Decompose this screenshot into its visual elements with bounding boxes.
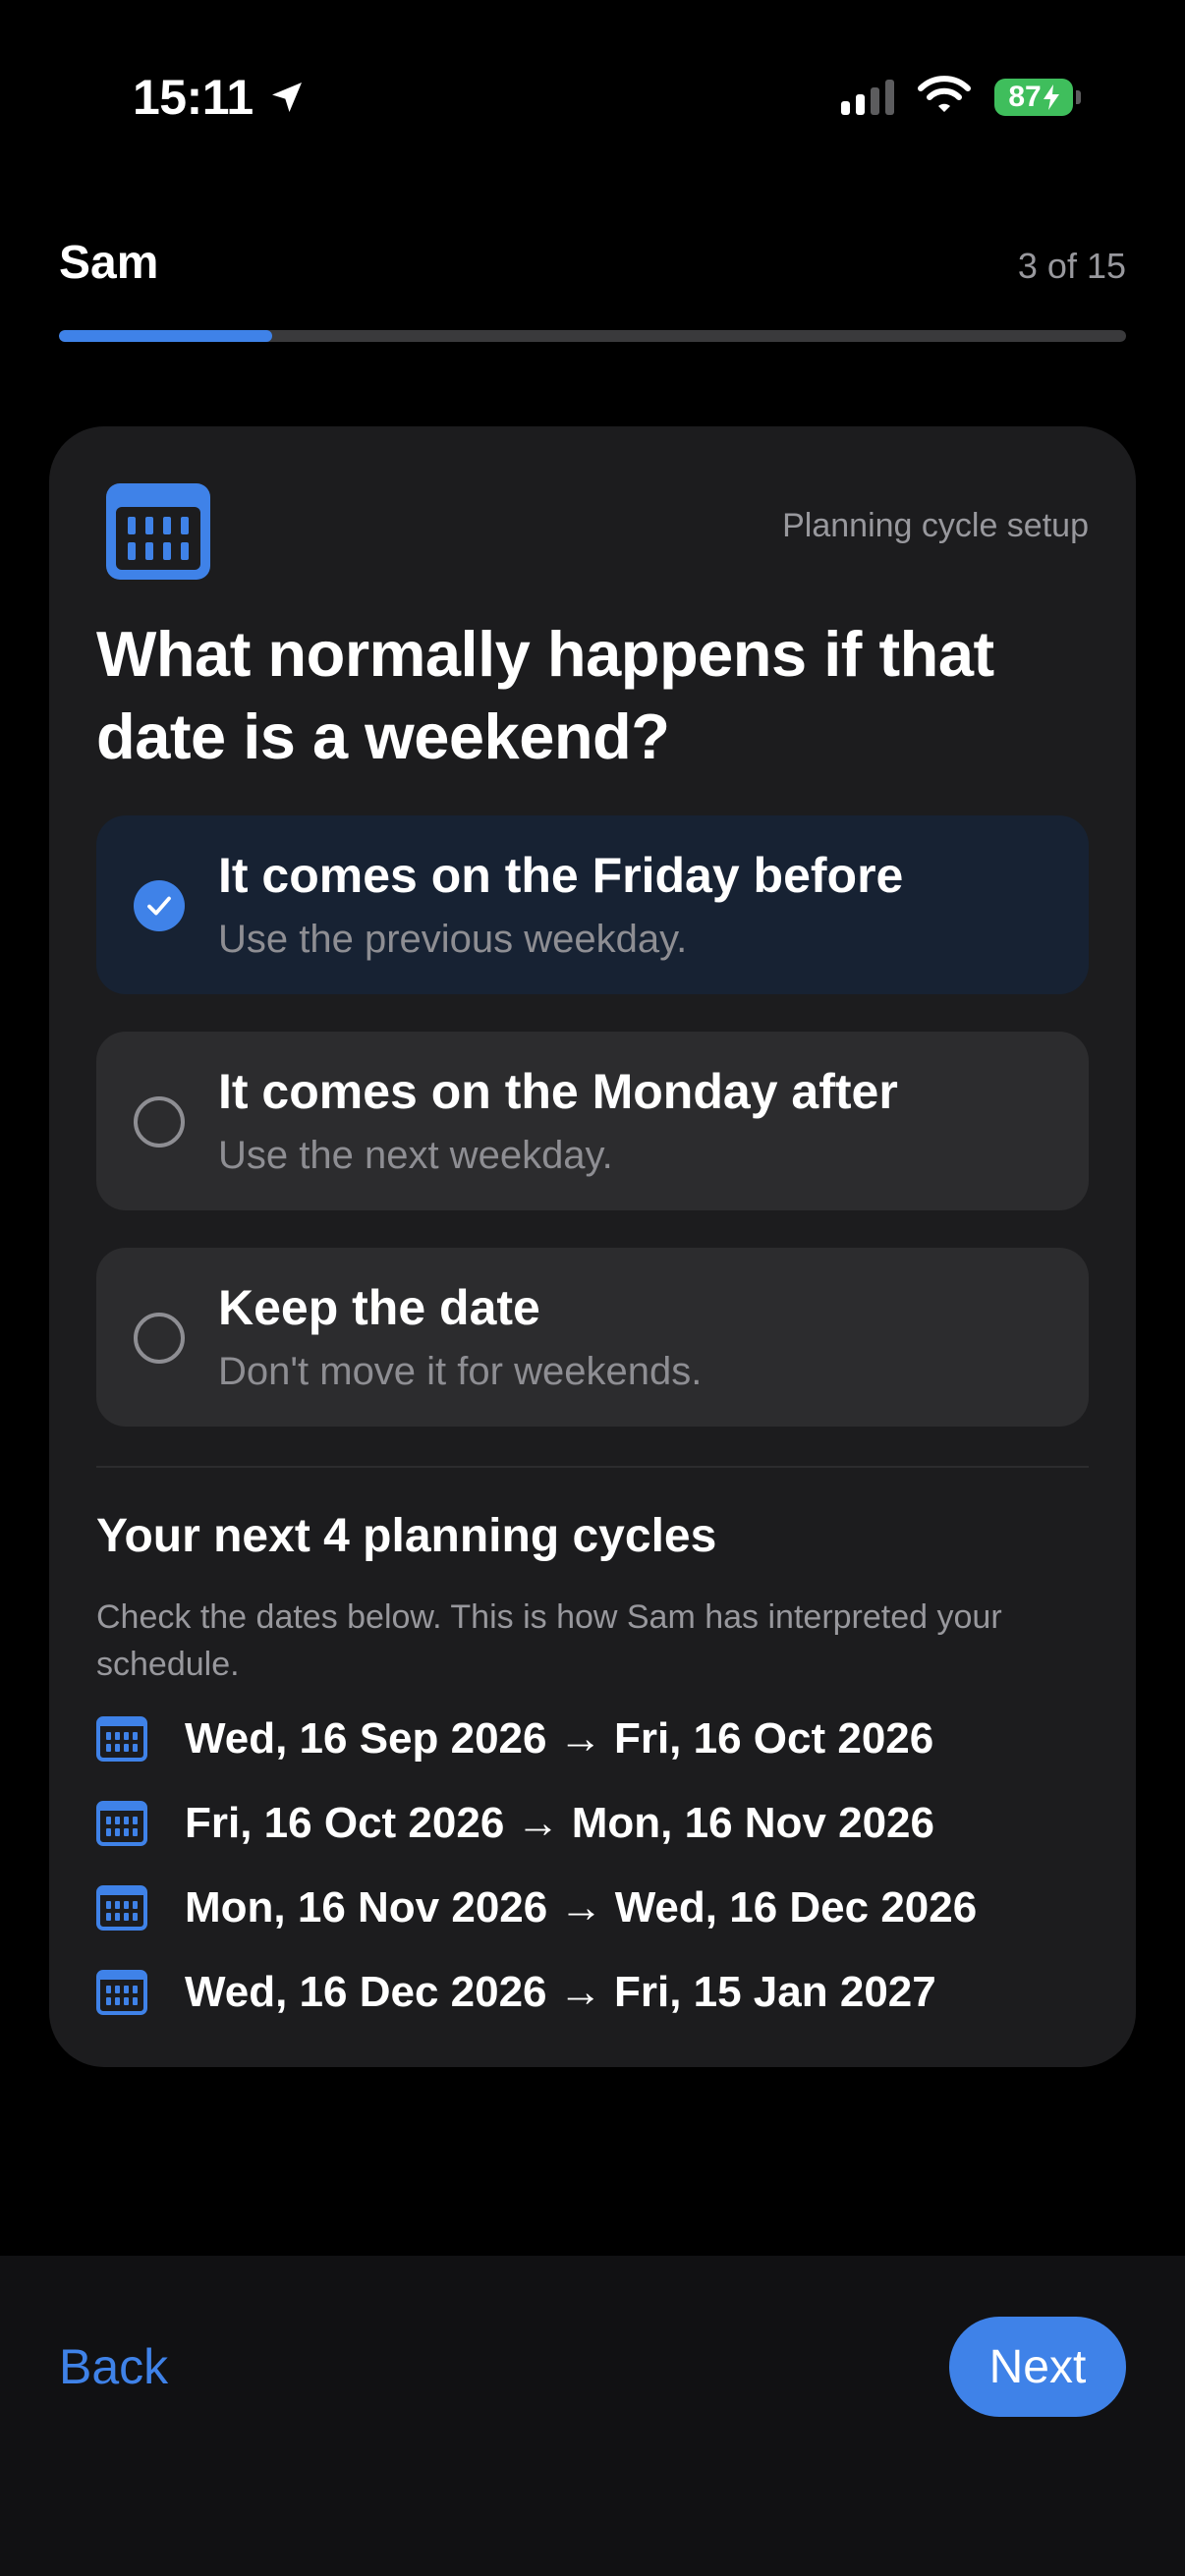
cycle-dates: Wed, 16 Sep 2026 → Fri, 16 Oct 2026 xyxy=(185,1714,934,1763)
calendar-icon xyxy=(106,483,210,580)
option-monday-after[interactable]: It comes on the Monday after Use the nex… xyxy=(96,1032,1089,1210)
calendar-icon xyxy=(96,1970,147,2015)
calendar-icon xyxy=(96,1716,147,1762)
calendar-icon xyxy=(96,1885,147,1931)
question-title: What normally happens if that date is a … xyxy=(96,618,994,772)
cycles-title: Your next 4 planning cycles xyxy=(96,1510,717,1562)
cycle-dates: Fri, 16 Oct 2026 → Mon, 16 Nov 2026 xyxy=(185,1799,934,1847)
question-card: Planning cycle setup What normally happe… xyxy=(49,426,1136,2067)
cycle-row: Mon, 16 Nov 2026 → Wed, 16 Dec 2026 xyxy=(96,1878,977,1937)
status-time-label: 15:11 xyxy=(133,70,254,125)
status-indicators: 87 xyxy=(841,75,1081,119)
option-subtitle: Use the next weekday. xyxy=(218,1134,613,1177)
radio-unchecked-icon[interactable] xyxy=(134,1313,185,1364)
step-counter: 3 of 15 xyxy=(1017,246,1126,286)
assistant-name: Sam xyxy=(59,237,159,289)
cellular-signal-icon xyxy=(841,79,894,115)
radio-unchecked-icon[interactable] xyxy=(134,1096,185,1148)
cycle-row: Fri, 16 Oct 2026 → Mon, 16 Nov 2026 xyxy=(96,1794,934,1853)
next-button[interactable]: Next xyxy=(949,2317,1126,2417)
cycle-dates: Wed, 16 Dec 2026 → Fri, 15 Jan 2027 xyxy=(185,1968,936,2016)
wifi-icon xyxy=(918,75,971,119)
battery-level: 87 xyxy=(994,78,1073,116)
option-title: Keep the date xyxy=(218,1280,540,1335)
divider xyxy=(96,1466,1089,1468)
cycle-dates: Mon, 16 Nov 2026 → Wed, 16 Dec 2026 xyxy=(185,1883,978,1932)
progress-bar xyxy=(59,330,1126,342)
option-title: It comes on the Monday after xyxy=(218,1064,898,1119)
back-button[interactable]: Back xyxy=(59,2338,168,2395)
option-subtitle: Don't move it for weekends. xyxy=(218,1350,703,1393)
location-arrow-icon xyxy=(267,78,307,117)
radio-checked-icon[interactable] xyxy=(134,880,185,931)
cycles-description: Check the dates below. This is how Sam h… xyxy=(96,1598,1002,1683)
option-keep-date[interactable]: Keep the date Don't move it for weekends… xyxy=(96,1248,1089,1427)
card-kicker: Planning cycle setup xyxy=(782,507,1089,544)
status-time: 15:11 xyxy=(133,69,307,126)
onboarding-screen: 15:11 87 Sam 3 of 15 Planning cycle setu… xyxy=(0,0,1185,2576)
progress-bar-fill xyxy=(59,330,273,342)
cycle-row: Wed, 16 Sep 2026 → Fri, 16 Oct 2026 xyxy=(96,1709,933,1768)
battery-percent: 87 xyxy=(1008,80,1042,113)
option-title: It comes on the Friday before xyxy=(218,848,904,903)
calendar-icon xyxy=(96,1801,147,1846)
battery-icon: 87 xyxy=(994,78,1081,116)
option-subtitle: Use the previous weekday. xyxy=(218,918,688,961)
cycle-row: Wed, 16 Dec 2026 → Fri, 15 Jan 2027 xyxy=(96,1963,936,2022)
option-friday-before[interactable]: It comes on the Friday before Use the pr… xyxy=(96,815,1089,994)
